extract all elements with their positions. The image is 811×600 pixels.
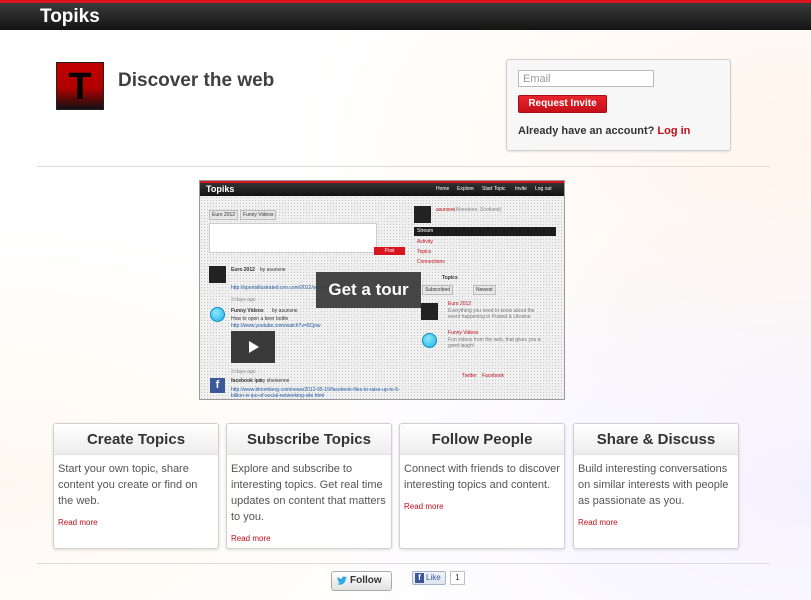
preview-menu-connections: Connections — [417, 259, 445, 265]
preview-topic-funny-desc: Fun videos from the web, that gives you … — [448, 337, 541, 349]
feature-title: Share & Discuss — [574, 424, 738, 455]
preview-euro-thumb — [209, 266, 226, 283]
preview-topic-euro-thumb — [421, 303, 438, 320]
page-tagline: Discover the web — [118, 70, 275, 91]
facebook-like-button[interactable]: f Like — [412, 571, 446, 585]
feature-title: Follow People — [400, 424, 564, 455]
twitter-icon — [337, 576, 347, 585]
preview-feed-time-2: 3 days ago — [231, 369, 256, 375]
preview-feed-link-3: http://www.bloomberg.com/news/2012-05-19… — [231, 387, 400, 399]
preview-user-location: (Aberdeen, Scotland) — [454, 207, 502, 213]
preview-stream-header: Stream — [414, 227, 556, 236]
twitter-follow-button[interactable]: Follow — [331, 571, 392, 591]
feature-text: Explore and subscribe to interesting top… — [231, 463, 386, 523]
feature-title: Create Topics — [54, 424, 218, 455]
site-preview[interactable]: Topiks Home Explore Start Topic Invite L… — [199, 180, 565, 400]
preview-user-avatar — [414, 206, 431, 223]
preview-tab-funny: Funny Videos — [240, 210, 277, 220]
preview-menu-topics: Topics — [417, 249, 432, 255]
preview-post-button: Post — [374, 247, 405, 255]
preview-nav-start-topic: Start Topic — [482, 186, 506, 192]
feature-card-follow: Follow People Connect with friends to di… — [399, 423, 565, 549]
preview-video-thumb — [231, 331, 275, 363]
get-a-tour-button[interactable]: Get a tour — [316, 272, 421, 308]
request-invite-button[interactable]: Request Invite — [518, 95, 607, 113]
facebook-icon: f — [210, 378, 225, 393]
feature-card-subscribe: Subscribe Topics Explore and subscribe t… — [226, 423, 392, 549]
preview-feed-by-2: by asunsne — [272, 308, 298, 314]
feature-title: Subscribe Topics — [227, 424, 391, 455]
preview-feed-time-1: 3 days ago — [231, 297, 256, 303]
preview-topic-euro-desc: Everything you need to know about the ev… — [448, 308, 535, 320]
read-more-link[interactable]: Read more — [578, 518, 618, 527]
like-label: Like — [426, 573, 441, 582]
feature-card-create: Create Topics Start your own topic, shar… — [53, 423, 219, 549]
divider-top — [37, 166, 770, 167]
follow-label: Follow — [350, 575, 382, 586]
preview-topic-euro-name: Euro 2012 — [448, 301, 472, 307]
preview-user-name: asunsne — [436, 207, 455, 213]
email-field[interactable] — [518, 70, 654, 87]
facebook-like-icon: f — [415, 573, 424, 583]
signup-panel: Request Invite Already have an account? … — [506, 59, 731, 151]
logo-letter: T — [68, 66, 92, 108]
login-link[interactable]: Log in — [657, 125, 690, 137]
feature-text: Connect with friends to discover interes… — [404, 463, 560, 491]
read-more-link[interactable]: Read more — [58, 518, 98, 527]
account-prompt: Already have an account? Log in — [518, 125, 690, 137]
feature-text: Start your own topic, share content you … — [58, 463, 198, 507]
preview-feed-title-3: facebook ipo — [231, 378, 262, 384]
preview-topics-title: Topics — [442, 275, 458, 281]
preview-feed-link-1: http://sportsillustrated.cnn.com/2012/so… — [231, 285, 329, 291]
preview-brand: Topiks — [206, 184, 235, 194]
preview-feed-by-1: by asunsne — [260, 267, 286, 273]
play-icon — [249, 341, 259, 353]
feature-text: Build interesting conversations on simil… — [578, 463, 729, 507]
preview-feed-title-1: Euro 2012 — [231, 267, 255, 273]
brand-link[interactable]: Topiks — [40, 6, 100, 28]
topiks-logo: T — [56, 62, 104, 110]
preview-feed-text-2: How to open a beer bottle — [231, 316, 289, 322]
preview-tab-euro: Euro 2012 — [209, 210, 239, 220]
divider-bottom — [37, 563, 770, 564]
preview-nav-home: Home — [436, 186, 450, 192]
preview-top-bar: Topiks Home Explore Start Topic Invite L… — [200, 181, 564, 196]
smiley-icon — [210, 307, 225, 322]
preview-feed-link-2: http://www.youtube.com/watch?v=5Cjnw — [231, 323, 321, 329]
preview-topic-tab-subscribed: Subscribed — [422, 285, 454, 295]
like-count: 1 — [450, 571, 465, 585]
preview-footer-twitter: Twitter — [462, 373, 477, 379]
preview-topic-tab-newest: Newest — [473, 285, 496, 295]
preview-nav-logout: Log out — [535, 186, 552, 192]
preview-nav-explore: Explore — [457, 186, 474, 192]
read-more-link[interactable]: Read more — [404, 502, 444, 511]
preview-menu-activity: Activity — [417, 239, 433, 245]
read-more-link[interactable]: Read more — [231, 534, 271, 543]
top-navigation-bar: Topiks — [0, 0, 811, 30]
preview-feed-title-2: Funny Videos — [231, 308, 264, 314]
preview-feed-by-3: by sheisenne — [260, 378, 290, 384]
preview-footer-facebook: Facebook — [482, 373, 504, 379]
feature-card-share: Share & Discuss Build interesting conver… — [573, 423, 739, 549]
smiley-icon-topic — [422, 333, 437, 348]
preview-post-box — [209, 223, 377, 253]
preview-topic-funny-name: Funny Videos — [448, 330, 479, 336]
account-prompt-text: Already have an account? — [518, 125, 655, 137]
preview-nav-invite: Invite — [515, 186, 527, 192]
